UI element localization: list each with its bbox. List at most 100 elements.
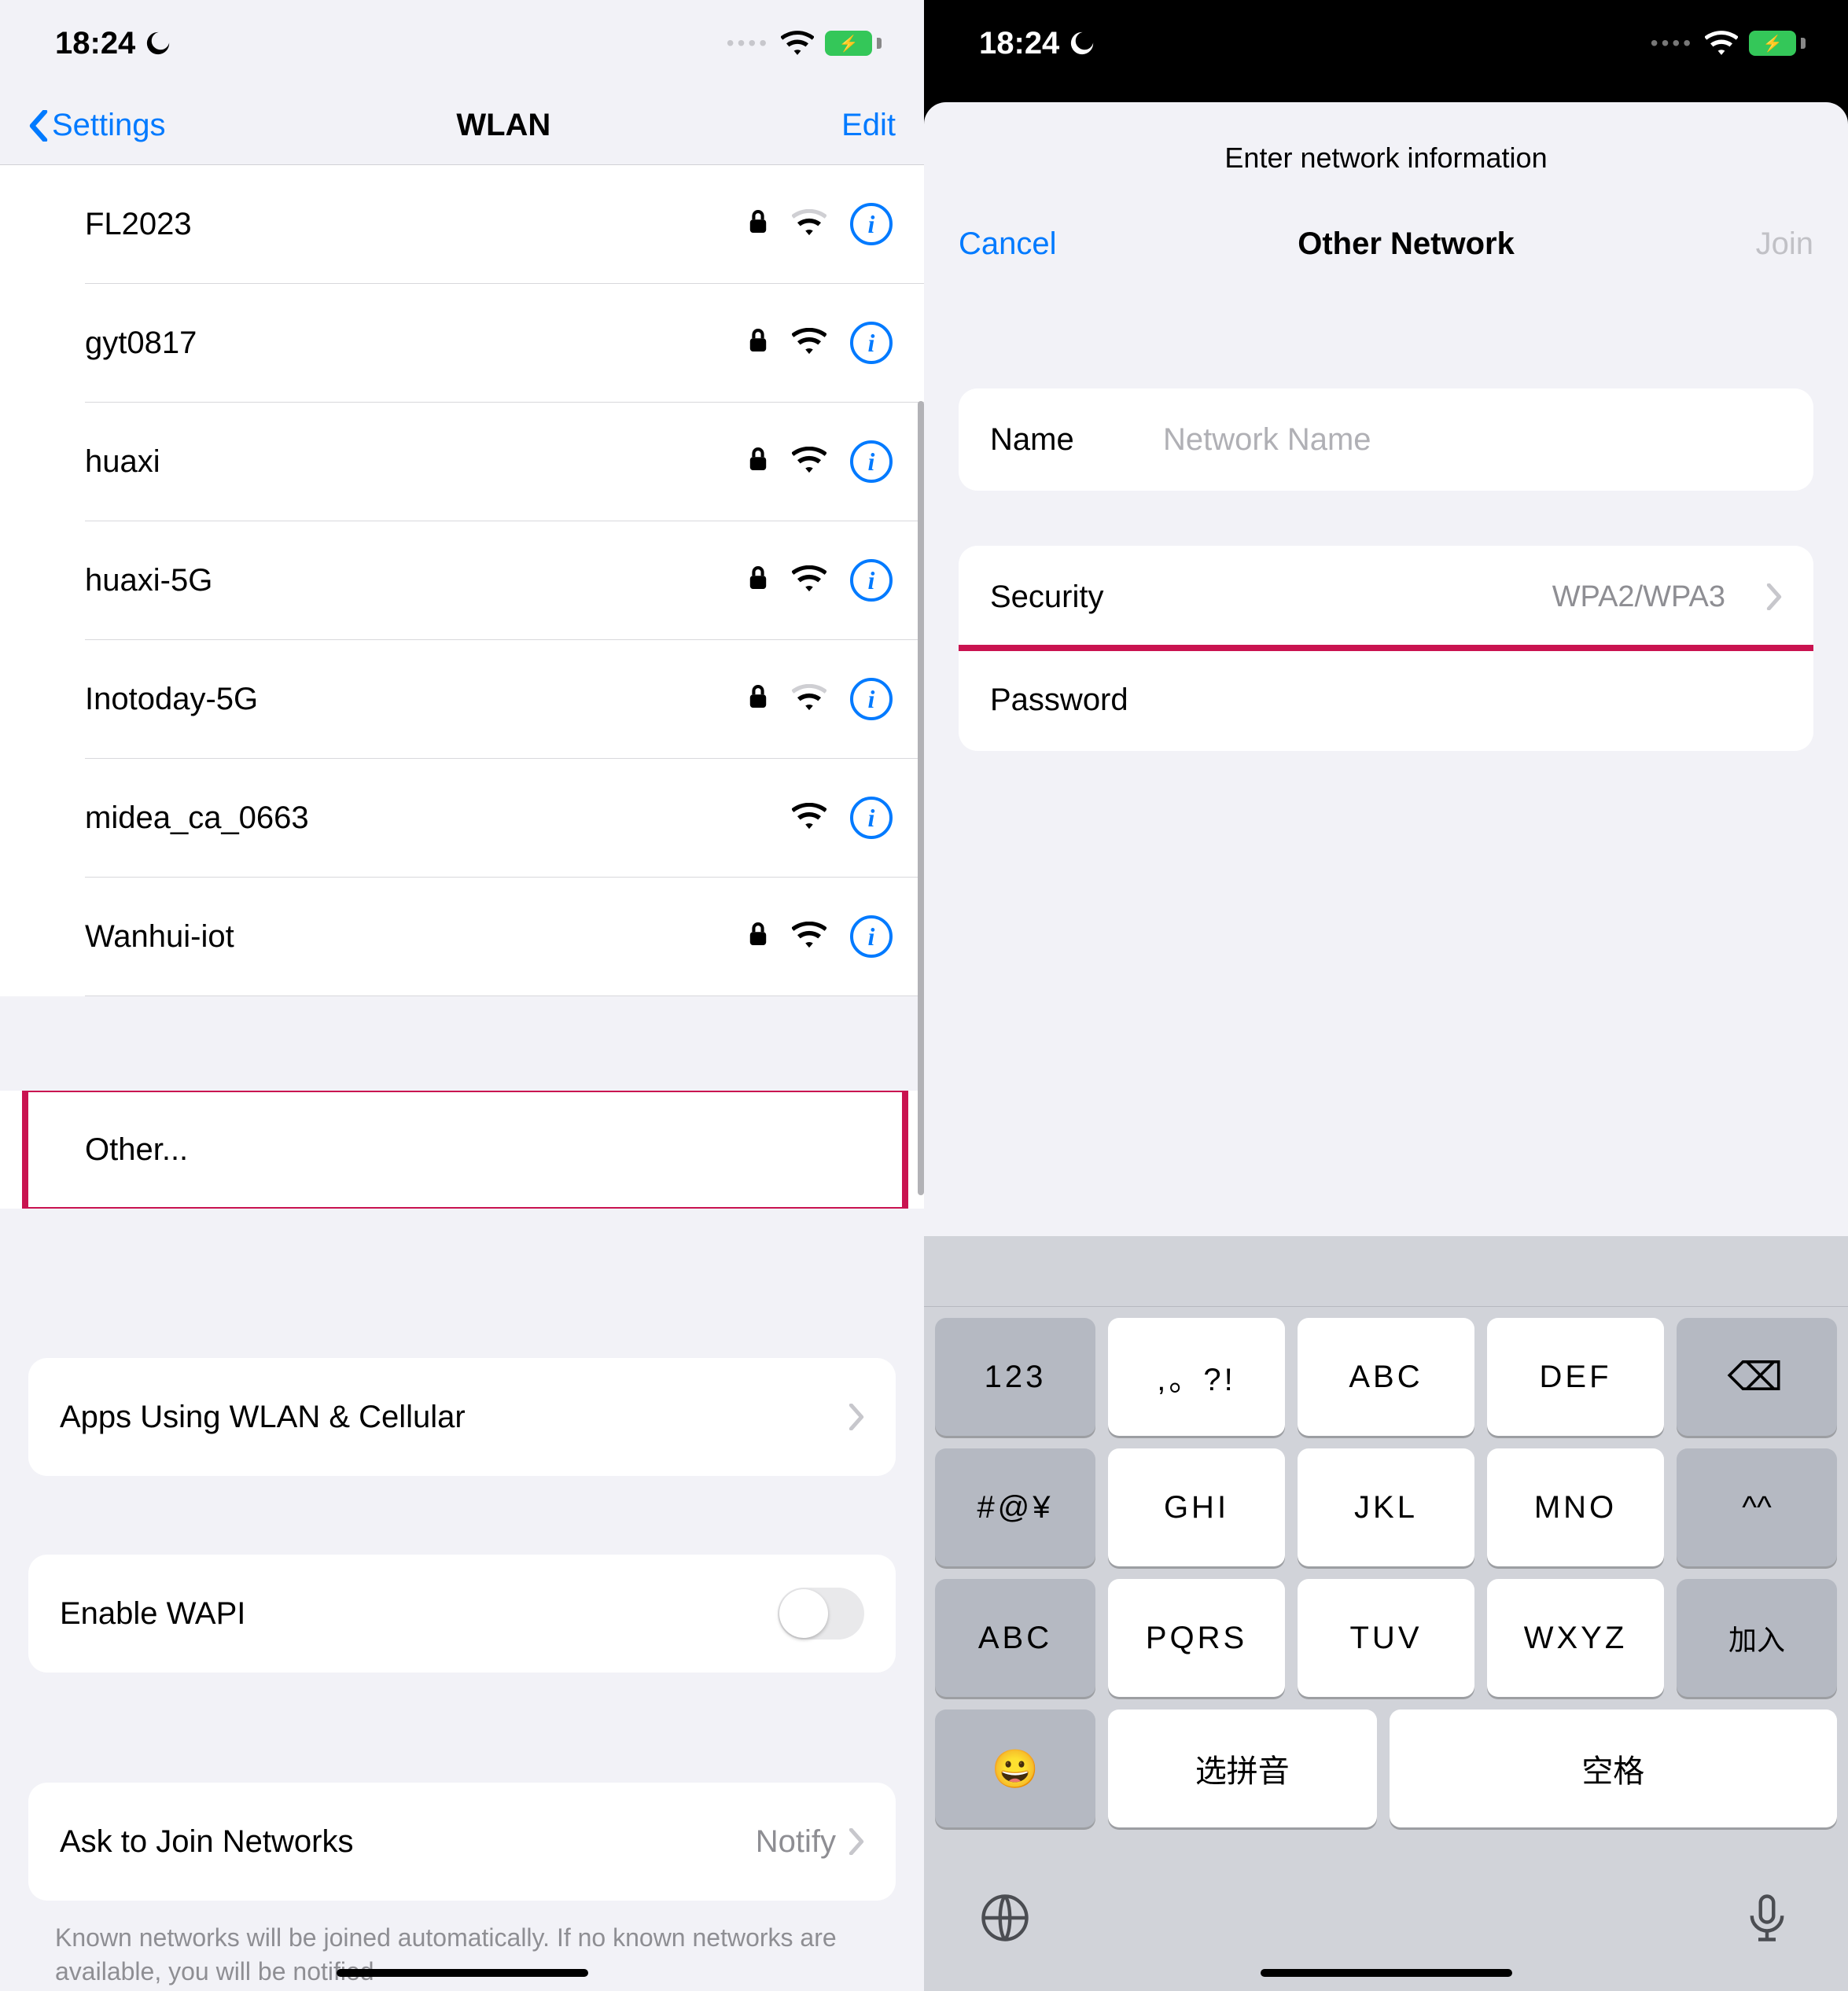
network-row[interactable]: huaxi i [0,403,924,521]
key-punct[interactable]: ,。?! [1108,1318,1285,1436]
key-pqrs[interactable]: PQRS [1108,1579,1285,1697]
cancel-button[interactable]: Cancel [959,226,1057,262]
network-row[interactable]: huaxi-5G i [0,521,924,639]
settings-scroll-area[interactable]: FL2023 i gyt0817 i huaxi i huaxi-5G i [0,165,924,1991]
key-abc[interactable]: ABC [1298,1318,1474,1436]
chevron-left-icon [28,110,49,142]
cellular-signal-icon: •••• [727,31,770,56]
chevron-right-icon [849,1404,864,1430]
network-row[interactable]: FL2023 i [0,165,924,283]
network-name: huaxi-5G [85,563,748,598]
back-button[interactable]: Settings [28,108,166,143]
modal-subtitle: Enter network information [924,142,1848,175]
scroll-indicator[interactable] [918,401,924,1195]
home-indicator[interactable] [337,1969,588,1977]
battery-status-icon: ⚡ [825,31,877,56]
nav-bar: Settings WLAN Edit [0,86,924,165]
key-def[interactable]: DEF [1487,1318,1664,1436]
wifi-status-icon [1705,31,1738,56]
network-name-input[interactable] [1163,422,1782,458]
edit-button[interactable]: Edit [841,108,896,143]
modal-header: Enter network information [924,134,1848,201]
network-name: Wanhui-iot [85,919,748,955]
wifi-icon [792,328,826,355]
key-mno[interactable]: MNO [1487,1448,1664,1566]
info-icon[interactable]: i [850,440,893,483]
security-value: WPA2/WPA3 [1136,580,1726,614]
key-ghi[interactable]: GHI [1108,1448,1285,1566]
network-name: FL2023 [85,207,748,242]
networks-list: FL2023 i gyt0817 i huaxi i huaxi-5G i [0,165,924,996]
name-field-group: Name [959,388,1813,491]
key-symbols[interactable]: #@¥ [935,1448,1095,1566]
network-name: midea_ca_0663 [85,800,768,836]
key-face[interactable]: ^^ [1677,1448,1837,1566]
enable-wapi-row: Enable WAPI [28,1555,896,1673]
key-select-pinyin[interactable]: 选拼音 [1108,1709,1377,1827]
wifi-status-icon [781,31,814,56]
lock-icon [748,328,768,355]
key-space[interactable]: 空格 [1390,1709,1837,1827]
status-time: 18:24 [55,26,135,61]
status-time: 18:24 [979,26,1059,61]
do-not-disturb-icon [145,30,171,57]
key-enter[interactable]: 加入 [1677,1579,1837,1697]
lock-icon [748,447,768,473]
lock-icon [748,922,768,948]
info-icon[interactable]: i [850,678,893,720]
status-bar: 18:24 •••• ⚡ [0,0,924,86]
password-input[interactable] [1160,683,1782,718]
info-icon[interactable]: i [850,203,893,245]
keyboard: 123 #@¥ ABC ,。?! ABC DEF GHI JKL MNO [924,1236,1848,1991]
ask-to-join-row[interactable]: Ask to Join Networks Notify [28,1783,896,1901]
sheet-title: Other Network [1298,226,1515,262]
join-button[interactable]: Join [1756,226,1813,262]
network-name: huaxi [85,444,748,480]
key-wxyz[interactable]: WXYZ [1487,1579,1664,1697]
security-label: Security [990,580,1104,615]
battery-status-icon: ⚡ [1749,31,1801,56]
wifi-icon [792,803,826,830]
wifi-icon [792,922,826,948]
key-tuv[interactable]: TUV [1298,1579,1474,1697]
apps-using-wlan-row[interactable]: Apps Using WLAN & Cellular [28,1358,896,1476]
wapi-toggle[interactable] [778,1588,864,1640]
key-emoji[interactable]: 😀 [935,1709,1095,1827]
other-network-row[interactable]: Other... [0,1091,924,1209]
globe-icon[interactable] [979,1892,1031,1944]
network-name: gyt0817 [85,326,748,361]
network-row[interactable]: Wanhui-iot i [0,878,924,996]
home-indicator[interactable] [1261,1969,1512,1977]
nav-title: WLAN [456,108,550,143]
info-icon[interactable]: i [850,322,893,364]
security-field-group: Security WPA2/WPA3 Password [959,546,1813,751]
screen-wlan-settings: 18:24 •••• ⚡ Settings WLAN Edit FL2023 i [0,0,924,1991]
keyboard-suggestion-bar[interactable] [924,1236,1848,1307]
apps-using-wlan-group: Apps Using WLAN & Cellular [28,1358,896,1476]
other-network-section: Other... [0,1091,924,1209]
info-icon[interactable]: i [850,797,893,839]
key-jkl[interactable]: JKL [1298,1448,1474,1566]
cellular-signal-icon: •••• [1651,31,1694,56]
password-row[interactable]: Password [959,649,1813,751]
password-label: Password [990,683,1128,718]
key-backspace[interactable]: ⌫ [1677,1318,1837,1436]
lock-icon [748,684,768,711]
key-abc-shift[interactable]: ABC [935,1579,1095,1697]
enable-wapi-group: Enable WAPI [28,1555,896,1673]
security-row[interactable]: Security WPA2/WPA3 [959,546,1813,648]
info-icon[interactable]: i [850,559,893,602]
name-row[interactable]: Name [959,388,1813,491]
microphone-icon[interactable] [1741,1892,1793,1944]
ask-to-join-value: Notify [756,1824,836,1860]
name-label: Name [990,422,1132,458]
network-row[interactable]: gyt0817 i [0,284,924,402]
sheet-nav: Cancel Other Network Join [924,201,1848,286]
network-row[interactable]: midea_ca_0663 i [0,759,924,877]
wifi-icon [792,447,826,473]
info-icon[interactable]: i [850,915,893,958]
status-bar: 18:24 •••• ⚡ [924,0,1848,86]
key-123[interactable]: 123 [935,1318,1095,1436]
network-row[interactable]: Inotoday-5G i [0,640,924,758]
ask-to-join-group: Ask to Join Networks Notify [28,1783,896,1901]
